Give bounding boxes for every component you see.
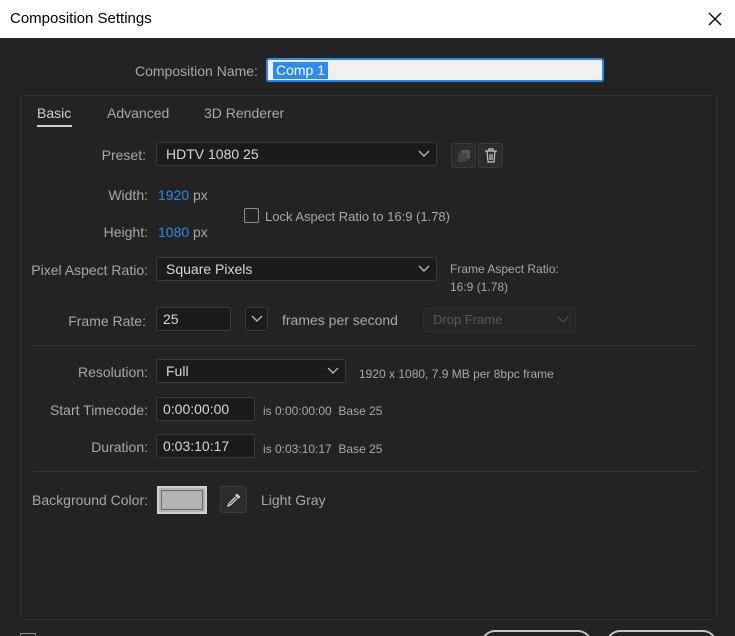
start-timecode-input[interactable]: 0:00:00:00 [156, 397, 255, 421]
start-timecode-value: 0:00:00:00 [163, 401, 230, 417]
save-preset-button[interactable] [451, 143, 476, 168]
pixel-aspect-label: Pixel Aspect Ratio: [31, 262, 148, 278]
tab-3d-renderer[interactable]: 3D Renderer [204, 105, 284, 121]
tab-active-indicator [37, 125, 72, 127]
duration-label: Duration: [91, 439, 148, 455]
start-timecode-label: Start Timecode: [49, 402, 148, 418]
settings-panel [20, 95, 717, 620]
pixel-aspect-value: Square Pixels [166, 261, 253, 277]
tab-advanced[interactable]: Advanced [107, 105, 169, 121]
preset-value: HDTV 1080 25 [166, 146, 259, 162]
frame-rate-label: Frame Rate: [68, 313, 146, 329]
resolution-info: 1920 x 1080, 7.9 MB per 8bpc frame [359, 367, 554, 381]
comp-name-label: Composition Name: [135, 63, 258, 79]
save-preset-icon [457, 149, 470, 162]
dialog-body: Composition Name: Comp 1 Basic Advanced … [0, 38, 735, 636]
divider [33, 471, 699, 472]
delete-preset-button[interactable] [478, 143, 503, 168]
height-label: Height: [103, 224, 148, 240]
frame-rate-input[interactable]: 25 [156, 307, 231, 331]
pixel-aspect-dropdown[interactable]: Square Pixels [156, 257, 437, 281]
drop-frame-value: Drop Frame [433, 312, 503, 327]
chevron-down-icon [418, 150, 430, 157]
ok-button[interactable] [481, 630, 592, 636]
resolution-value: Full [166, 363, 189, 379]
height-unit: px [193, 224, 208, 240]
resolution-label: Resolution: [77, 364, 148, 380]
width-unit: px [193, 187, 208, 203]
chevron-down-icon [251, 315, 262, 322]
background-color-name: Light Gray [261, 492, 326, 508]
width-label: Width: [108, 187, 148, 203]
comp-name-input[interactable]: Comp 1 [266, 58, 604, 82]
tab-basic[interactable]: Basic [37, 105, 71, 121]
window-title: Composition Settings [10, 10, 152, 27]
chevron-down-icon [557, 316, 569, 323]
eyedropper-button[interactable] [220, 486, 247, 513]
lock-aspect-label: Lock Aspect Ratio to 16:9 (1.78) [265, 209, 450, 224]
close-icon [708, 12, 722, 26]
title-bar: Composition Settings [0, 0, 735, 38]
frame-rate-value: 25 [163, 311, 179, 327]
frame-rate-suffix: frames per second [282, 312, 398, 328]
resolution-dropdown[interactable]: Full [156, 359, 346, 383]
duration-input[interactable]: 0:03:10:17 [156, 434, 255, 458]
lock-aspect-checkbox[interactable] [244, 208, 259, 223]
chevron-down-icon [418, 265, 430, 272]
duration-info: is 0:03:10:17 Base 25 [263, 442, 383, 456]
eyedropper-icon [226, 493, 240, 507]
duration-value: 0:03:10:17 [163, 438, 230, 454]
height-value[interactable]: 1080 [158, 224, 189, 240]
trash-icon [484, 148, 497, 163]
frame-rate-dropdown[interactable] [245, 307, 268, 331]
width-value[interactable]: 1920 [158, 187, 189, 203]
color-swatch-fill [161, 490, 203, 510]
cancel-button[interactable] [606, 630, 717, 636]
frame-aspect-label: Frame Aspect Ratio: [450, 262, 559, 276]
close-button[interactable] [695, 0, 735, 38]
preset-dropdown[interactable]: HDTV 1080 25 [156, 142, 437, 166]
chevron-down-icon [327, 367, 339, 374]
background-color-swatch[interactable] [157, 486, 207, 514]
comp-name-value: Comp 1 [273, 62, 329, 79]
background-color-label: Background Color: [32, 492, 148, 508]
divider [33, 345, 699, 346]
start-timecode-info: is 0:00:00:00 Base 25 [263, 404, 383, 418]
drop-frame-dropdown[interactable]: Drop Frame [423, 308, 576, 332]
frame-aspect-value: 16:9 (1.78) [450, 280, 509, 294]
preset-label: Preset: [101, 147, 146, 163]
